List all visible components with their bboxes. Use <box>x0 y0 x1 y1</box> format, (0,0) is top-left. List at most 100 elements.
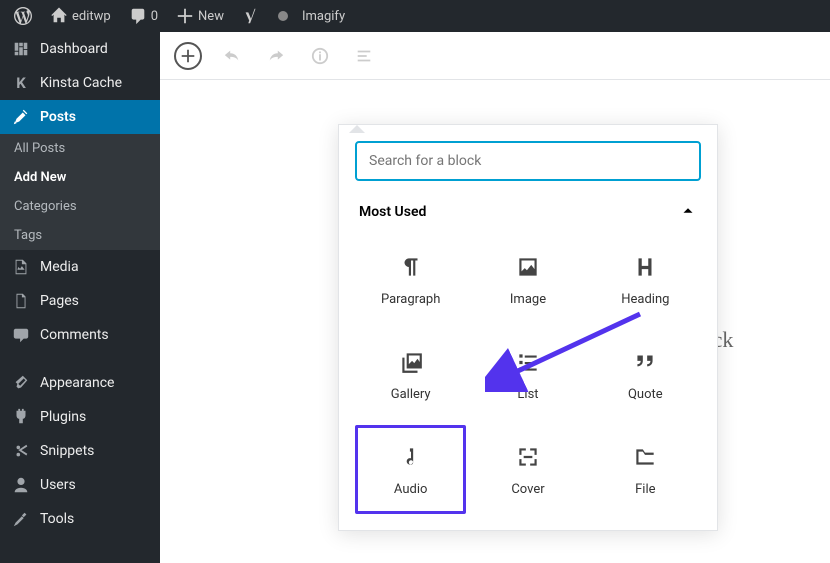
sidebar-item-comments[interactable]: Comments <box>0 318 160 352</box>
sidebar-item-label: Pages <box>40 293 79 309</box>
block-heading[interactable]: Heading <box>590 235 701 324</box>
sidebar-sub-categories[interactable]: Categories <box>0 192 160 221</box>
redo-icon <box>267 47 285 65</box>
users-icon <box>12 476 30 494</box>
sidebar-item-label: Dashboard <box>40 41 108 57</box>
sidebar-item-media[interactable]: Media <box>0 250 160 284</box>
block-grid: Paragraph Image Heading Gallery List Quo… <box>355 235 701 514</box>
sidebar-sub-tags[interactable]: Tags <box>0 221 160 250</box>
info-button[interactable] <box>306 42 334 70</box>
block-search-input[interactable] <box>355 141 701 181</box>
sidebar-item-posts[interactable]: Posts <box>0 100 160 134</box>
quote-icon <box>632 349 658 375</box>
sidebar-item-appearance[interactable]: Appearance <box>0 366 160 400</box>
admin-toolbar: editwp 0 New Imagify <box>0 0 830 32</box>
comment-icon <box>129 7 147 25</box>
snippets-icon <box>12 442 30 460</box>
editor-content: to choose a block Most Used Paragraph Im… <box>160 32 830 563</box>
site-name-label: editwp <box>72 9 111 24</box>
new-content-button[interactable]: New <box>170 0 230 32</box>
block-label: Paragraph <box>381 292 440 307</box>
sidebar-sub-add-new[interactable]: Add New <box>0 163 160 192</box>
yoast-icon <box>242 7 260 25</box>
sidebar-item-label: Media <box>40 259 79 275</box>
block-label: List <box>517 387 538 402</box>
sidebar-item-kinsta[interactable]: K Kinsta Cache <box>0 66 160 100</box>
inserter-section-title: Most Used <box>359 204 426 220</box>
block-label: Cover <box>511 482 544 497</box>
plus-icon <box>176 7 194 25</box>
block-quote[interactable]: Quote <box>590 330 701 419</box>
sidebar-item-label: Users <box>40 477 76 493</box>
comments-link[interactable]: 0 <box>123 0 164 32</box>
block-list[interactable]: List <box>472 330 583 419</box>
sidebar-item-snippets[interactable]: Snippets <box>0 434 160 468</box>
sidebar-item-tools[interactable]: Tools <box>0 502 160 536</box>
block-label: Quote <box>628 387 663 402</box>
site-link[interactable]: editwp <box>44 0 117 32</box>
plugins-icon <box>12 408 30 426</box>
admin-sidebar: Dashboard K Kinsta Cache Posts All Posts… <box>0 32 160 563</box>
dashboard-icon <box>12 40 30 58</box>
wp-logo-button[interactable] <box>8 0 38 32</box>
sidebar-item-label: Appearance <box>40 375 114 391</box>
comment-count: 0 <box>151 9 158 24</box>
info-icon <box>311 47 329 65</box>
sidebar-item-label: Kinsta Cache <box>40 75 122 91</box>
block-label: File <box>635 482 655 497</box>
cover-icon <box>515 444 541 470</box>
status-dot-icon <box>278 11 288 21</box>
audio-icon <box>398 444 424 470</box>
block-audio[interactable]: Audio <box>355 425 466 514</box>
pages-icon <box>12 292 30 310</box>
sidebar-item-label: Tools <box>40 511 74 527</box>
editor-top-toolbar <box>160 32 830 80</box>
imagify-link[interactable]: Imagify <box>272 0 351 32</box>
chevron-up-icon <box>679 201 697 219</box>
block-label: Image <box>510 292 546 307</box>
block-cover[interactable]: Cover <box>472 425 583 514</box>
list-icon <box>515 349 541 375</box>
sidebar-item-label: Comments <box>40 327 109 343</box>
block-paragraph[interactable]: Paragraph <box>355 235 466 324</box>
heading-icon <box>632 254 658 280</box>
undo-button[interactable] <box>218 42 246 70</box>
comments-icon <box>12 326 30 344</box>
plus-icon <box>179 47 197 65</box>
file-icon <box>632 444 658 470</box>
imagify-label: Imagify <box>302 9 345 24</box>
sidebar-item-dashboard[interactable]: Dashboard <box>0 32 160 66</box>
undo-icon <box>223 47 241 65</box>
redo-button[interactable] <box>262 42 290 70</box>
block-gallery[interactable]: Gallery <box>355 330 466 419</box>
sidebar-item-label: Snippets <box>40 443 94 459</box>
block-label: Audio <box>394 482 427 497</box>
block-inserter-panel: Most Used Paragraph Image Heading Galler… <box>338 124 718 531</box>
collapse-section-button[interactable] <box>679 201 697 223</box>
block-image[interactable]: Image <box>472 235 583 324</box>
wordpress-icon <box>14 7 32 25</box>
appearance-icon <box>12 374 30 392</box>
block-label: Heading <box>621 292 669 307</box>
media-icon <box>12 258 30 276</box>
add-block-button[interactable] <box>174 42 202 70</box>
paragraph-icon <box>398 254 424 280</box>
sidebar-item-users[interactable]: Users <box>0 468 160 502</box>
outline-button[interactable] <box>350 42 378 70</box>
tools-icon <box>12 510 30 528</box>
image-icon <box>515 254 541 280</box>
block-label: Gallery <box>391 387 431 402</box>
sidebar-item-pages[interactable]: Pages <box>0 284 160 318</box>
sidebar-item-plugins[interactable]: Plugins <box>0 400 160 434</box>
sidebar-item-label: Plugins <box>40 409 86 425</box>
sidebar-sub-all-posts[interactable]: All Posts <box>0 134 160 163</box>
pin-icon <box>12 108 30 126</box>
kinsta-icon: K <box>12 74 30 92</box>
yoast-link[interactable] <box>236 0 266 32</box>
outline-icon <box>355 47 373 65</box>
new-label: New <box>198 9 224 24</box>
block-file[interactable]: File <box>590 425 701 514</box>
home-icon <box>50 7 68 25</box>
gallery-icon <box>398 349 424 375</box>
sidebar-item-label: Posts <box>40 109 76 125</box>
